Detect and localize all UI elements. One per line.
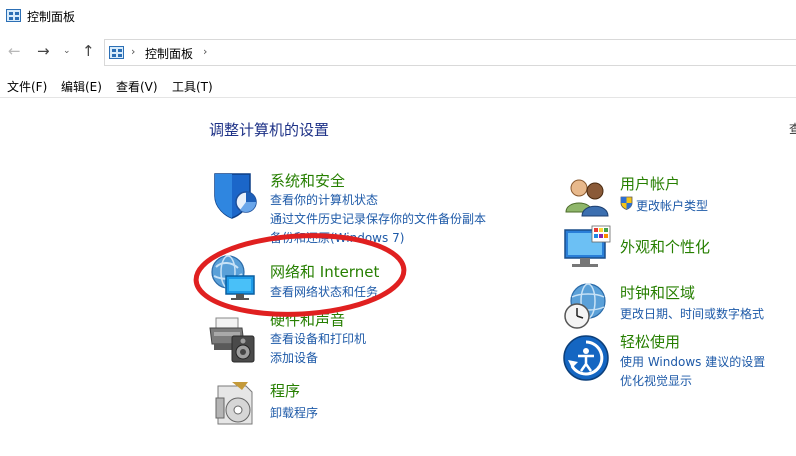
forward-arrow-icon[interactable]: → (37, 42, 50, 60)
breadcrumb-control-panel[interactable]: 控制面板 (145, 45, 193, 62)
printer-speaker-icon[interactable] (208, 314, 258, 364)
link-add-device[interactable]: 添加设备 (270, 349, 318, 366)
title-bar: 控制面板 (0, 0, 796, 34)
address-bar[interactable]: › 控制面板 › (104, 39, 796, 66)
menu-edit[interactable]: 编辑(E) (61, 78, 102, 95)
up-arrow-icon[interactable]: ↑ (82, 42, 95, 60)
menu-bar: 文件(F) 编辑(E) 查看(V) 工具(T) (0, 72, 796, 98)
back-arrow-icon[interactable]: ← (8, 42, 21, 60)
navigation-bar: ← → ⌄ ↑ › 控制面板 › (0, 34, 796, 70)
chevron-right-icon[interactable]: › (203, 45, 207, 58)
view-by-label[interactable]: 查 (789, 120, 796, 137)
link-view-computer-status[interactable]: 查看你的计算机状态 (270, 191, 378, 208)
shield-icon[interactable] (210, 170, 260, 220)
chevron-down-icon[interactable]: ⌄ (63, 46, 71, 56)
uac-shield-icon (620, 196, 633, 210)
link-uninstall-program[interactable]: 卸载程序 (270, 404, 318, 421)
red-annotation-circle (193, 233, 407, 317)
menu-tools[interactable]: 工具(T) (172, 78, 213, 95)
category-ease-of-access[interactable]: 轻松使用 (620, 331, 680, 352)
menu-view[interactable]: 查看(V) (116, 78, 158, 95)
monitor-palette-icon[interactable] (562, 224, 612, 274)
category-appearance-personalization[interactable]: 外观和个性化 (620, 236, 710, 257)
link-change-account-type[interactable]: 更改帐户类型 (636, 197, 708, 214)
category-user-accounts[interactable]: 用户帐户 (620, 173, 680, 194)
link-use-windows-recommended[interactable]: 使用 Windows 建议的设置 (620, 353, 765, 370)
category-programs[interactable]: 程序 (270, 380, 300, 401)
link-file-history-backup[interactable]: 通过文件历史记录保存你的文件备份副本 (270, 210, 486, 227)
page-title: 调整计算机的设置 (209, 121, 330, 139)
link-change-date-time-format[interactable]: 更改日期、时间或数字格式 (620, 305, 764, 322)
category-clock-region[interactable]: 时钟和区域 (620, 282, 695, 303)
control-panel-icon (6, 9, 21, 22)
link-devices-printers[interactable]: 查看设备和打印机 (270, 330, 366, 347)
chevron-right-icon[interactable]: › (131, 45, 135, 58)
programs-disc-icon[interactable] (212, 378, 262, 428)
ease-of-access-icon[interactable] (562, 334, 612, 384)
menu-file[interactable]: 文件(F) (7, 78, 47, 95)
clock-globe-icon[interactable] (562, 281, 612, 331)
window-title: 控制面板 (27, 10, 76, 24)
users-icon[interactable] (562, 172, 612, 222)
link-optimize-visual-display[interactable]: 优化视觉显示 (620, 372, 692, 389)
control-panel-icon (109, 46, 124, 59)
category-system-security[interactable]: 系统和安全 (270, 170, 345, 191)
